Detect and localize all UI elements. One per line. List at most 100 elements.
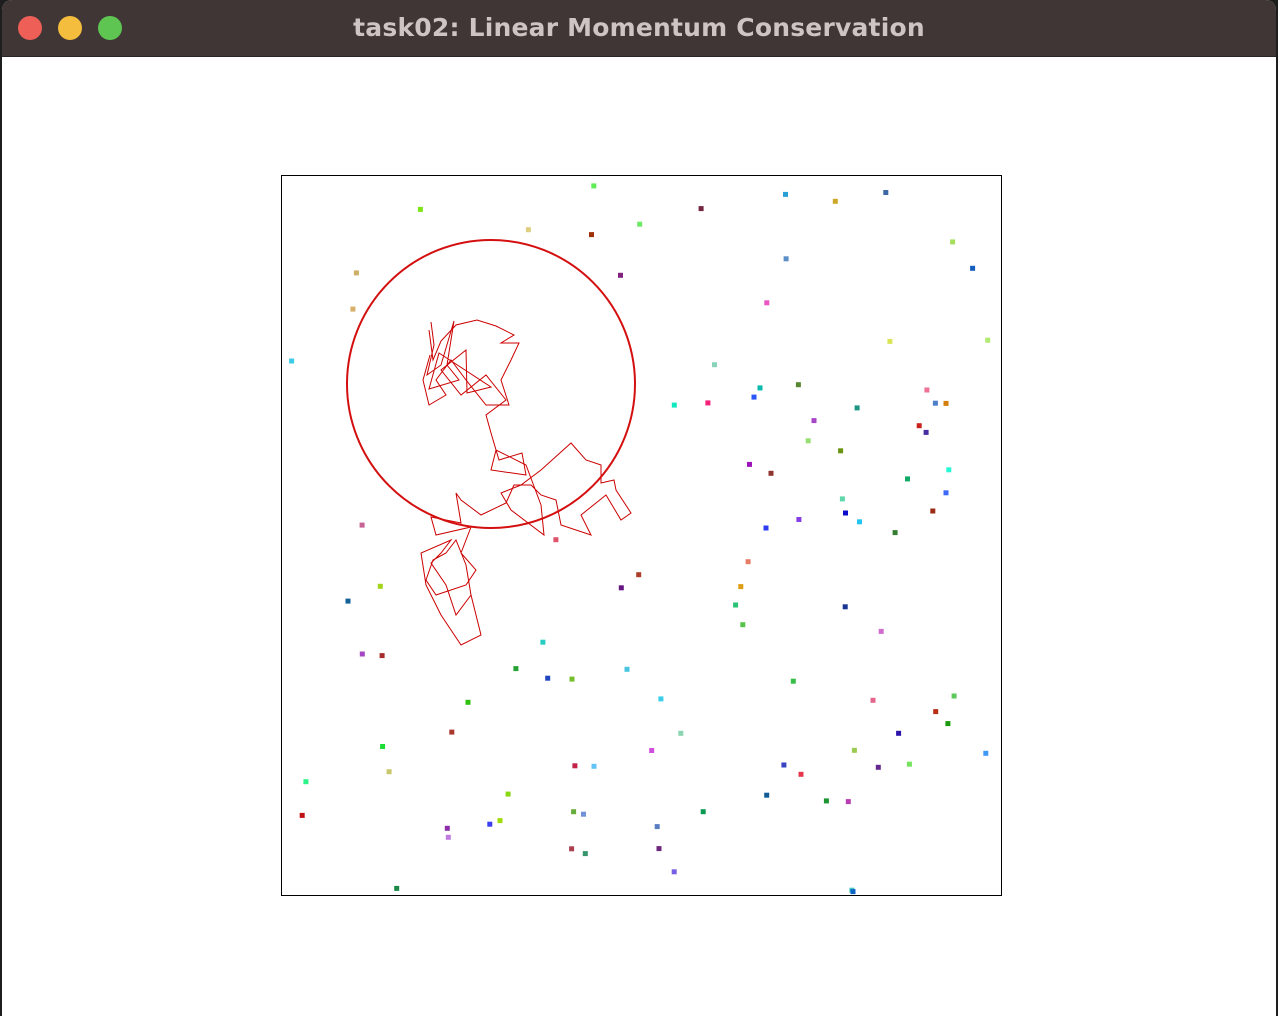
particle [985, 337, 991, 343]
particle [839, 496, 845, 502]
particle [757, 385, 763, 391]
particle [845, 799, 851, 805]
particle [951, 693, 957, 699]
particle [832, 198, 838, 204]
particle [678, 730, 684, 736]
particle [738, 584, 744, 590]
particle [545, 675, 551, 681]
particle [654, 824, 660, 830]
particle [656, 846, 662, 852]
particle [465, 699, 471, 705]
particle [705, 400, 711, 406]
particle [924, 387, 930, 393]
particle [811, 418, 817, 424]
particle [970, 265, 976, 271]
particle [671, 402, 677, 408]
particle [377, 583, 383, 589]
particle [805, 438, 811, 444]
particle [417, 206, 423, 212]
particle [712, 362, 717, 368]
particle [733, 602, 739, 608]
particle [943, 490, 949, 496]
particle [380, 744, 386, 749]
particle [591, 763, 597, 769]
particle [353, 270, 359, 276]
particle [916, 423, 922, 429]
particle [589, 232, 594, 238]
particle [289, 358, 295, 364]
particle [345, 598, 351, 604]
particle [649, 748, 655, 753]
particle [350, 306, 356, 312]
particle [569, 676, 575, 682]
particle [883, 190, 889, 195]
particle [783, 191, 788, 197]
particle [394, 885, 400, 891]
particle [838, 448, 844, 454]
particle [878, 628, 884, 634]
particle [764, 300, 770, 306]
particle [359, 651, 365, 657]
particle [553, 537, 559, 543]
particle [513, 666, 519, 672]
particle [843, 510, 848, 516]
particle [781, 762, 787, 768]
particle [930, 508, 936, 514]
particle [386, 769, 392, 775]
particle [933, 709, 939, 715]
particle [763, 525, 769, 531]
particle [445, 834, 451, 840]
particle [857, 519, 862, 525]
particle [618, 272, 623, 278]
particle [487, 821, 493, 827]
particle [618, 585, 624, 591]
particle [906, 761, 912, 767]
particle [875, 764, 881, 770]
particle [571, 809, 577, 815]
particle [842, 604, 848, 610]
particle [798, 771, 804, 777]
particle [747, 461, 752, 467]
particle [497, 818, 503, 824]
particle [946, 467, 952, 473]
particle [444, 825, 450, 831]
particle [572, 763, 578, 769]
title-bar: task02: Linear Momentum Conservation [2, 0, 1276, 57]
particle [854, 405, 860, 411]
particle [698, 206, 704, 212]
particle [870, 697, 876, 703]
particle [896, 730, 902, 736]
simulation-canvas [281, 175, 1002, 896]
particle [740, 622, 746, 628]
particle [745, 559, 751, 565]
particle [923, 429, 929, 435]
particle [768, 470, 774, 476]
particle [379, 653, 385, 659]
particle [637, 221, 643, 227]
particle [764, 792, 770, 798]
particle [591, 183, 597, 189]
particle [658, 696, 664, 702]
particle [905, 476, 910, 482]
particle [299, 812, 305, 818]
window-title: task02: Linear Momentum Conservation [353, 13, 925, 42]
particle [636, 572, 642, 578]
particle [525, 227, 531, 233]
app-window: task02: Linear Momentum Conservation [2, 0, 1276, 1016]
particle [624, 666, 630, 672]
particle [783, 256, 789, 262]
particle [790, 678, 796, 684]
particle [505, 791, 511, 797]
particle [671, 869, 677, 875]
particle [582, 851, 588, 857]
particle [892, 530, 898, 536]
viewport [2, 57, 1276, 1016]
particle [950, 239, 956, 245]
particle [943, 400, 949, 406]
particle [932, 400, 938, 406]
particle [581, 811, 586, 817]
particle [851, 747, 857, 753]
particle [359, 522, 365, 528]
particle [751, 394, 757, 400]
particle [540, 639, 546, 645]
